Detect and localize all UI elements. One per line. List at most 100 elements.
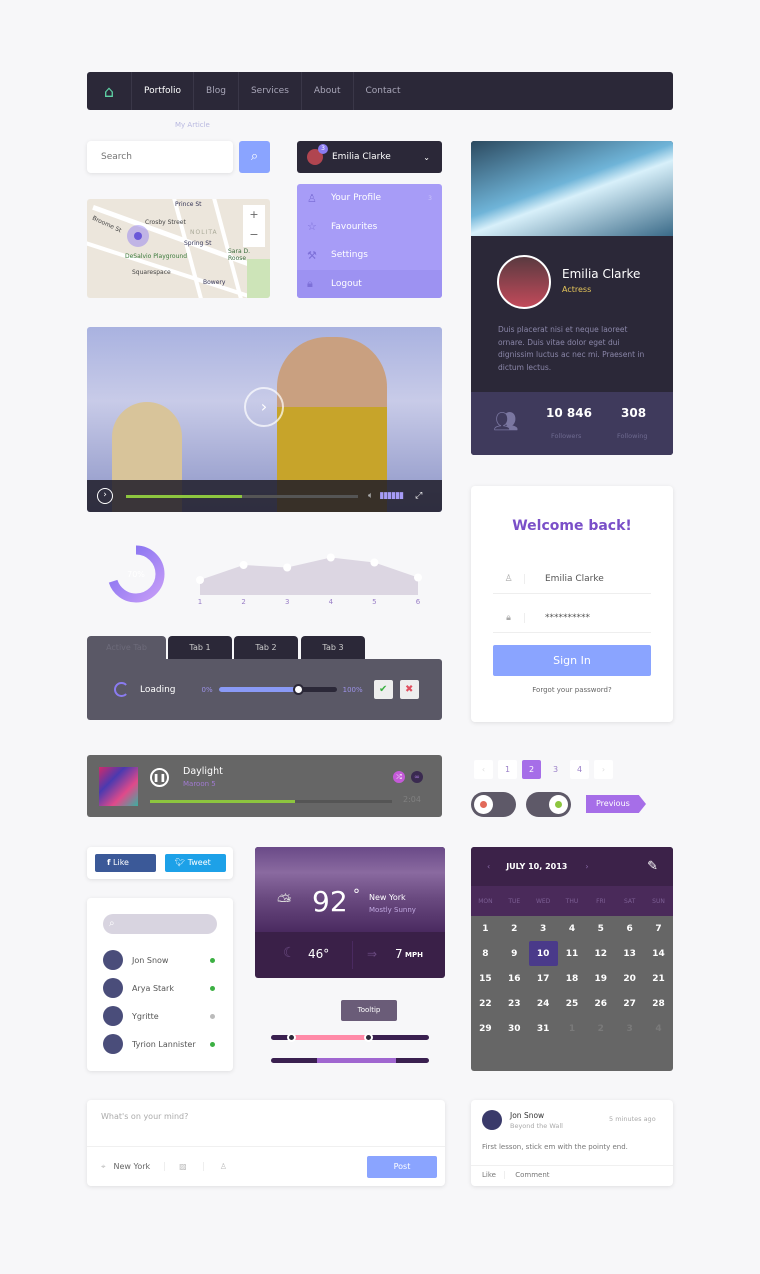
range-bar[interactable] — [271, 1058, 429, 1063]
friend-item[interactable]: Arya Stark — [87, 974, 233, 1002]
menu-item-profile[interactable]: ♙ Your Profile 3 — [297, 184, 442, 213]
calendar-day-selected[interactable]: 10 — [528, 941, 558, 966]
calendar-day[interactable]: 22 — [471, 991, 500, 1016]
nav-about[interactable]: About — [300, 72, 353, 110]
comment-link[interactable]: Comment — [515, 1171, 549, 1179]
forgot-password-link[interactable]: Forgot your password? — [471, 686, 673, 694]
password-field[interactable]: 🔒︎ ********** — [493, 603, 651, 633]
edit-icon[interactable]: ✎ — [647, 859, 658, 874]
zoom-out-button[interactable]: − — [243, 225, 265, 245]
calendar-day[interactable]: 5 — [586, 916, 615, 941]
calendar-day[interactable]: 31 — [529, 1016, 558, 1041]
calendar-day[interactable]: 11 — [558, 941, 587, 966]
calendar-day[interactable]: 8 — [471, 941, 500, 966]
calendar-prev-icon[interactable]: ‹ — [487, 862, 490, 871]
progress-slider[interactable] — [218, 684, 337, 695]
page-3[interactable]: 3 — [546, 760, 565, 779]
tab-active[interactable]: Active Tab — [87, 636, 166, 660]
page-4[interactable]: 4 — [570, 760, 589, 779]
prev-page-button[interactable]: ‹ — [474, 760, 493, 779]
calendar-day[interactable]: 21 — [644, 966, 673, 991]
search-input[interactable] — [87, 141, 233, 173]
toggle-off[interactable] — [471, 792, 516, 817]
calendar-day[interactable]: 9 — [500, 941, 529, 966]
calendar-day[interactable]: 1 — [471, 916, 500, 941]
calendar-day[interactable]: 20 — [615, 966, 644, 991]
calendar-day[interactable]: 3 — [529, 916, 558, 941]
calendar-day[interactable]: 12 — [586, 941, 615, 966]
volume-icon[interactable]: 🔈︎ — [368, 491, 373, 501]
nav-blog[interactable]: Blog — [193, 72, 238, 110]
toggle-on[interactable] — [526, 792, 571, 817]
page-1[interactable]: 1 — [498, 760, 517, 779]
tab-2[interactable]: Tab 2 — [234, 636, 298, 660]
calendar-day[interactable]: 18 — [558, 966, 587, 991]
calendar-day[interactable]: 4 — [644, 1016, 673, 1041]
calendar-day[interactable]: 19 — [586, 966, 615, 991]
tweet-button[interactable]: 🐦︎ Tweet — [165, 854, 226, 872]
previous-button[interactable]: Previous — [586, 795, 646, 813]
shuffle-icon[interactable]: ⤮ — [393, 771, 405, 783]
like-link[interactable]: Like — [482, 1171, 505, 1179]
track-progress[interactable] — [150, 800, 392, 803]
video-player[interactable]: › › 🔈︎ ▮▮▮▮▮▮ ⤢ — [87, 327, 442, 512]
menu-item-logout[interactable]: 🔒︎ Logout — [297, 269, 442, 298]
friends-search[interactable]: ⌕ — [103, 914, 217, 934]
menu-item-favourites[interactable]: ☆ Favourites — [297, 213, 442, 242]
page-2[interactable]: 2 — [522, 760, 541, 779]
confirm-button[interactable]: ✔ — [373, 680, 393, 699]
pause-icon[interactable]: ❚❚ — [150, 768, 169, 787]
friend-item[interactable]: Tyrion Lannister — [87, 1030, 233, 1058]
calendar-next-icon[interactable]: › — [585, 862, 588, 871]
calendar-day[interactable]: 1 — [558, 1016, 587, 1041]
calendar-day[interactable]: 13 — [615, 941, 644, 966]
calendar-day[interactable]: 25 — [558, 991, 587, 1016]
calendar-day[interactable]: 2 — [500, 916, 529, 941]
nav-portfolio[interactable]: Portfolio — [131, 72, 193, 110]
tag-user-icon[interactable]: ♙ — [220, 1162, 227, 1171]
play-icon[interactable]: › — [97, 488, 113, 504]
calendar-day[interactable]: 14 — [644, 941, 673, 966]
range-handle-max[interactable] — [364, 1033, 373, 1042]
post-input[interactable]: What's on your mind? — [87, 1100, 445, 1147]
friend-item[interactable]: Jon Snow — [87, 946, 233, 974]
video-progress[interactable] — [126, 494, 358, 498]
map[interactable]: Prince St Crosby Street NOLITA Spring St… — [87, 199, 270, 298]
tab-1[interactable]: Tab 1 — [168, 636, 232, 660]
calendar-day[interactable]: 23 — [500, 991, 529, 1016]
next-page-button[interactable]: › — [594, 760, 613, 779]
slider-handle[interactable] — [292, 684, 304, 695]
fullscreen-icon[interactable]: ⤢ — [415, 491, 422, 501]
repeat-icon[interactable]: ∞ — [411, 771, 423, 783]
calendar-day[interactable]: 26 — [586, 991, 615, 1016]
calendar-day[interactable]: 7 — [644, 916, 673, 941]
volume-bars[interactable]: ▮▮▮▮▮▮ — [379, 491, 404, 501]
post-button[interactable]: Post — [367, 1155, 437, 1178]
calendar-day[interactable]: 29 — [471, 1016, 500, 1041]
submenu-link[interactable]: My Article — [175, 121, 210, 129]
calendar-day[interactable]: 28 — [644, 991, 673, 1016]
nav-services[interactable]: Services — [237, 72, 301, 110]
search-button[interactable]: ⌕ — [239, 141, 270, 173]
calendar-day[interactable]: 3 — [615, 1016, 644, 1041]
friend-item[interactable]: Ygritte — [87, 1002, 233, 1030]
menu-item-settings[interactable]: ⚒ Settings — [297, 241, 442, 270]
comment-author[interactable]: Jon Snow — [510, 1111, 544, 1120]
calendar-day[interactable]: 2 — [586, 1016, 615, 1041]
home-icon[interactable]: ⌂ — [87, 82, 131, 101]
post-location[interactable]: New York — [114, 1162, 166, 1171]
calendar-day[interactable]: 6 — [615, 916, 644, 941]
range-handle-min[interactable] — [287, 1033, 296, 1042]
user-dropdown[interactable]: 3 Emilia Clarke ⌄ — [297, 141, 442, 173]
calendar-day[interactable]: 4 — [558, 916, 587, 941]
image-icon[interactable]: ▨ — [179, 1162, 204, 1171]
username-field[interactable]: ♙ Emilia Clarke — [493, 564, 651, 594]
sign-in-button[interactable]: Sign In — [493, 645, 651, 676]
cancel-button[interactable]: ✖ — [399, 680, 419, 699]
calendar-day[interactable]: 15 — [471, 966, 500, 991]
calendar-day[interactable]: 16 — [500, 966, 529, 991]
tab-3[interactable]: Tab 3 — [301, 636, 365, 660]
calendar-day[interactable]: 27 — [615, 991, 644, 1016]
facebook-like-button[interactable]: f Like — [95, 854, 156, 872]
nav-contact[interactable]: Contact — [352, 72, 413, 110]
